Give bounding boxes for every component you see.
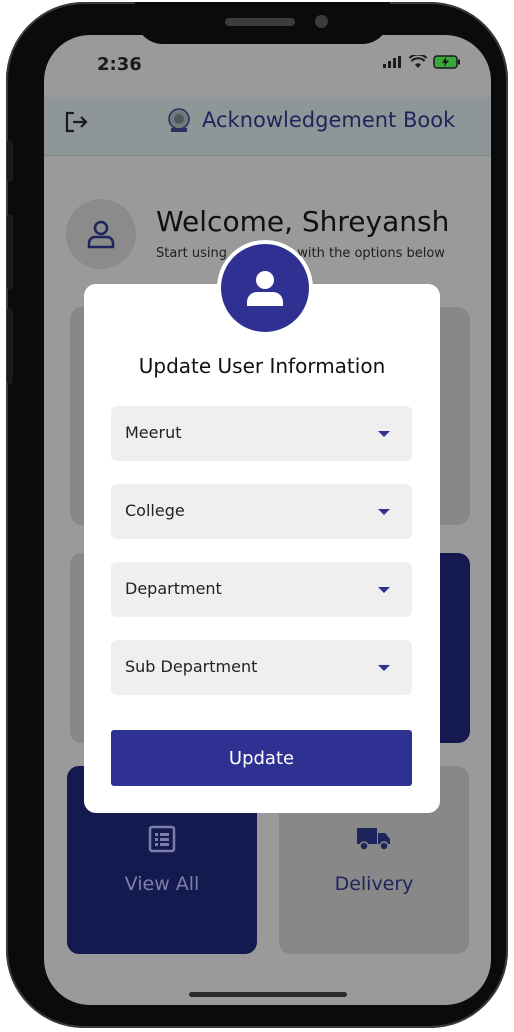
battery-charging-icon — [433, 55, 460, 69]
chevron-down-icon — [378, 509, 390, 515]
volume-down-button — [7, 308, 13, 384]
update-user-dialog: Update User Information Meerut College D… — [84, 284, 440, 813]
user-icon — [247, 271, 283, 306]
mute-switch — [7, 140, 13, 182]
app-title: Acknowledgement Book — [202, 108, 456, 132]
signal-icon — [383, 56, 401, 68]
sub-department-dropdown-value: Sub Department — [125, 657, 258, 676]
logout-icon[interactable] — [64, 110, 90, 134]
camera — [315, 15, 328, 28]
college-dropdown[interactable]: College — [111, 484, 412, 539]
city-dropdown-value: Meerut — [125, 423, 182, 442]
home-indicator[interactable] — [189, 992, 347, 997]
speaker — [225, 18, 295, 26]
department-dropdown[interactable]: Department — [111, 562, 412, 617]
college-dropdown-value: College — [125, 501, 185, 520]
dialog-avatar — [217, 240, 313, 336]
user-outline-icon — [87, 220, 115, 249]
truck-icon — [357, 828, 390, 851]
chevron-down-icon — [378, 431, 390, 437]
view-all-label: View All — [124, 873, 200, 895]
chevron-down-icon — [378, 665, 390, 671]
department-dropdown-value: Department — [125, 579, 222, 598]
welcome-avatar — [66, 199, 136, 269]
welcome-title: Welcome, Shreyansh — [156, 205, 450, 238]
volume-up-button — [7, 214, 13, 290]
status-time: 2:36 — [97, 54, 142, 75]
city-dropdown[interactable]: Meerut — [111, 406, 412, 461]
delivery-label: Delivery — [334, 873, 414, 895]
crest-logo-icon — [168, 108, 190, 132]
dialog-title: Update User Information — [138, 354, 386, 378]
chevron-down-icon — [378, 587, 390, 593]
welcome-subtitle-left: Start using — [156, 246, 228, 261]
update-button[interactable]: Update — [111, 730, 412, 786]
welcome-subtitle-right: with the options below — [297, 246, 445, 261]
notch — [135, 2, 390, 44]
wifi-icon — [409, 55, 427, 68]
list-icon — [148, 825, 176, 853]
app-bar: Acknowledgement Book — [44, 97, 491, 156]
status-icons — [383, 55, 461, 69]
sub-department-dropdown[interactable]: Sub Department — [111, 640, 412, 695]
